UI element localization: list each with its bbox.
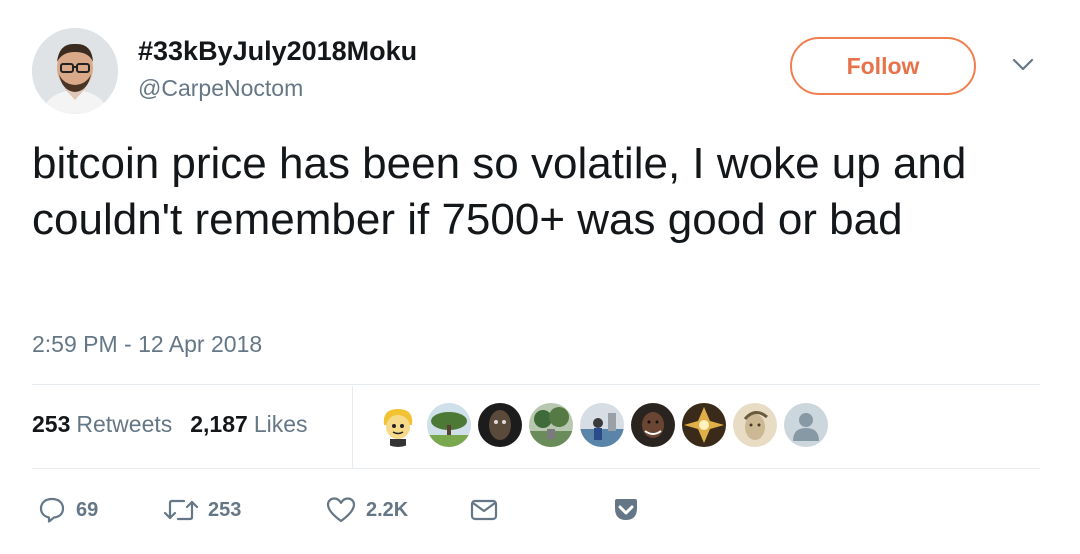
liker-avatar-7[interactable] [682,403,726,447]
pocket-button[interactable] [612,492,640,528]
emblem-avatar-icon [682,403,726,447]
heart-icon [326,497,356,523]
tree-avatar-icon [427,403,471,447]
profile-photo-icon [32,28,118,114]
like-count: 2.2K [366,498,409,521]
liker-avatar-6[interactable] [631,403,675,447]
pocket-icon [615,499,637,520]
liker-avatar-2[interactable] [427,403,471,447]
display-name[interactable]: #33kByJuly2018Moku [138,36,417,67]
liker-avatar-8[interactable] [733,403,777,447]
retweet-count: 253 [208,498,242,521]
liker-avatar-4[interactable] [529,403,573,447]
divider [32,384,1040,385]
liker-avatar-3[interactable] [478,403,522,447]
reply-button[interactable]: 69 [38,492,98,528]
reply-icon [39,497,65,523]
liker-avatars [376,403,835,447]
retweets-label[interactable]: Retweets [76,411,172,438]
retweet-icon [164,499,198,521]
landscape-avatar-icon [529,403,573,447]
liker-avatar-9[interactable] [784,403,828,447]
retweet-button[interactable]: 253 [164,492,241,528]
direct-message-button[interactable] [470,492,498,528]
dark-avatar-icon [478,403,522,447]
retweets-count[interactable]: 253 [32,411,70,438]
like-button[interactable]: 2.2K [326,492,408,528]
chevron-down-icon[interactable] [1012,58,1034,72]
photo-avatar-icon [580,403,624,447]
default-avatar-icon [784,403,828,447]
user-handle[interactable]: @CarpeNoctom [138,75,303,102]
follow-button[interactable]: Follow [790,37,976,95]
sketch-avatar-icon [733,403,777,447]
avatar[interactable] [32,28,118,114]
envelope-icon [470,499,498,521]
stats-separator [352,386,353,468]
person-avatar-icon [631,403,675,447]
reply-count: 69 [76,498,99,521]
liker-avatar-1[interactable] [376,403,420,447]
likes-count[interactable]: 2,187 [190,411,248,438]
likes-label[interactable]: Likes [254,411,308,438]
tweet-stats: 253 Retweets 2,187 Likes [32,408,308,440]
divider [32,468,1040,469]
liker-avatar-5[interactable] [580,403,624,447]
tweet-text: bitcoin price has been so volatile, I wo… [32,139,967,244]
tweet-timestamp[interactable]: 2:59 PM - 12 Apr 2018 [32,331,262,358]
cartoon-avatar-icon [376,403,420,447]
